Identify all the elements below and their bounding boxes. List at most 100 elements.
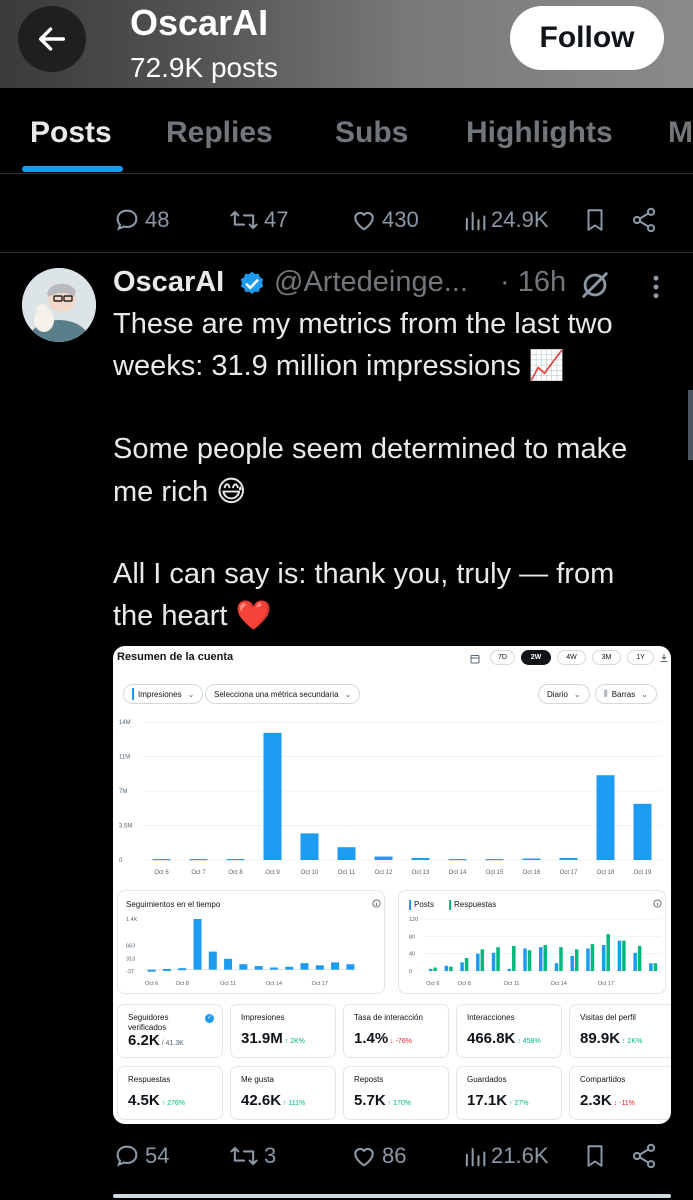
dashboard-title: Resumen de la cuenta <box>117 651 234 663</box>
metric-card[interactable]: Interacciones 466.8K ↑ 458% <box>456 1004 562 1058</box>
chart-style-dropdown[interactable]: ⫼ Barras ⌄ <box>595 684 657 704</box>
metric-card[interactable]: Impresiones 31.9M ↑ 2K% <box>230 1004 336 1058</box>
chart-bar <box>428 968 433 971</box>
chart-bar <box>559 947 563 971</box>
repost-icon <box>230 210 258 230</box>
x-tick-label: Oct 13 <box>412 870 430 876</box>
secondary-metric-dropdown[interactable]: Selecciona una métrica secundaria ⌄ <box>205 684 361 704</box>
metric-card[interactable]: Seguidores verificados ✓ 6.2K / 41.3K <box>117 1004 223 1058</box>
metric-card-label: Interacciones <box>467 1013 515 1022</box>
bookmark-button[interactable] <box>582 195 608 245</box>
grok-icon[interactable] <box>578 268 612 302</box>
metric-card[interactable]: Visitas del perfil 89.9K ↑ 2K% <box>569 1004 671 1058</box>
chart-bar <box>189 859 208 861</box>
range-2w[interactable]: 2W <box>521 650 551 665</box>
chart-bar <box>543 945 547 971</box>
metric-card[interactable]: Me gusta 42.6K ↑ 111% <box>230 1066 336 1120</box>
chart-bar <box>162 968 171 971</box>
impressions-chart: 14M 11M 7M 3.5M 0 Oct 6 Oct 7 Oct 8 Oct 9 Oct 10 O… <box>119 720 661 876</box>
metric-card-value: 5.7K ↑ 170% <box>354 1092 411 1109</box>
chart-bar <box>637 945 642 971</box>
analytics-screenshot[interactable]: Resumen de la cuenta 7D 2W 4W 3M 1Y Impr… <box>113 646 671 1124</box>
repost-button[interactable]: 47 <box>228 195 288 245</box>
repost-button[interactable]: 3 <box>228 1131 276 1181</box>
metric-card[interactable]: Respuestas 4.5K ↑ 276% <box>117 1066 223 1120</box>
x-tick-label: Oct 15 <box>486 870 504 876</box>
bookmark-button[interactable] <box>582 1131 608 1181</box>
avatar[interactable] <box>22 268 96 342</box>
chart-bar <box>633 803 652 860</box>
info-icon[interactable] <box>372 899 381 908</box>
chart-bar <box>522 858 541 860</box>
metric-card-value: 42.6K ↑ 111% <box>241 1092 305 1109</box>
scrollbar[interactable] <box>688 390 693 460</box>
views-button[interactable]: 21.6K <box>463 1131 549 1181</box>
metric-card[interactable]: Compartidos 2.3K ↓ -11% <box>569 1066 671 1120</box>
metric-card-value: 1.4% ↓ -76% <box>354 1030 412 1047</box>
download-icon[interactable] <box>659 653 669 663</box>
metric-dropdown-label: Impresiones <box>138 689 182 699</box>
period-dropdown[interactable]: Diario ⌄ <box>538 684 590 704</box>
share-button[interactable] <box>630 1131 658 1181</box>
tab-posts[interactable]: Posts <box>30 116 112 150</box>
chart-bar <box>269 967 278 970</box>
tab-replies[interactable]: Replies <box>166 116 273 150</box>
repost-icon <box>230 1146 258 1166</box>
reply-count: 54 <box>145 1143 170 1168</box>
post-actions: 54 3 86 21.6K <box>0 1131 693 1181</box>
y-tick-label: 11M <box>119 755 130 761</box>
metric-value: 1.4% <box>354 1030 389 1047</box>
metric-value: 466.8K <box>467 1030 516 1047</box>
chart-bar <box>601 945 606 971</box>
metric-card[interactable]: Tasa de interacción 1.4% ↓ -76% <box>343 1004 449 1058</box>
reply-button[interactable]: 48 <box>113 195 169 245</box>
metric-card[interactable]: Guardados 17.1K ↑ 27% <box>456 1066 562 1120</box>
x-tick-label: Oct 6 <box>154 870 169 876</box>
back-button[interactable] <box>18 6 86 72</box>
author-name[interactable]: OscarAI <box>113 266 224 299</box>
chevron-down-icon: ⌄ <box>344 689 352 699</box>
metric-dropdown[interactable]: Impresiones ⌄ <box>123 684 204 704</box>
info-icon[interactable] <box>653 899 662 908</box>
reply-button[interactable]: 54 <box>113 1131 169 1181</box>
share-icon <box>632 1143 656 1169</box>
follows-chart: 1.4K 663 313 -37 Oct 6 Oct 8 Oct 11 Oct 14 Oct 1… <box>126 917 358 987</box>
bookmark-icon <box>587 1145 603 1167</box>
metric-delta: ↑ 458% <box>515 1038 541 1045</box>
x-tick-label: Oct 6 <box>426 981 439 987</box>
chart-bar <box>152 859 171 861</box>
share-button[interactable] <box>630 195 658 245</box>
more-options-icon[interactable] <box>646 272 666 302</box>
like-button[interactable]: 86 <box>350 1131 406 1181</box>
header-profile-name: OscarAI <box>130 2 269 43</box>
follow-button[interactable]: Follow <box>510 6 664 70</box>
metric-card-value: 89.9K ↑ 2K% <box>580 1030 642 1047</box>
chart-bar <box>596 775 615 860</box>
tab-highlights[interactable]: Highlights <box>466 116 613 150</box>
x-tick-label: Oct 6 <box>145 981 158 987</box>
like-button[interactable]: 430 <box>350 195 419 245</box>
chart-bar <box>224 958 233 970</box>
bar-chart-icon: ⫼ <box>604 689 608 698</box>
range-1y[interactable]: 1Y <box>627 650 654 665</box>
post-timestamp[interactable]: · 16h <box>500 266 566 299</box>
follows-panel-title: Seguimientos en el tiempo <box>126 900 221 909</box>
metric-card-label: Tasa de interacción <box>354 1013 423 1022</box>
tab-media[interactable]: M <box>668 116 693 150</box>
reply-count: 48 <box>145 207 170 232</box>
metric-value: 17.1K <box>467 1092 508 1109</box>
x-tick-label: Oct 17 <box>560 870 578 876</box>
author-handle[interactable]: @Artedeinge... <box>274 266 468 299</box>
tab-subs[interactable]: Subs <box>335 116 408 150</box>
range-7d[interactable]: 7D <box>490 650 515 665</box>
chart-bar <box>496 947 500 971</box>
views-button[interactable]: 24.9K <box>463 195 549 245</box>
range-4w[interactable]: 4W <box>557 650 586 665</box>
arrow-left-icon <box>38 27 66 51</box>
metric-card[interactable]: Reposts 5.7K ↑ 170% <box>343 1066 449 1120</box>
range-3m[interactable]: 3M <box>592 650 621 665</box>
x-tick-label: Oct 12 <box>375 870 393 876</box>
metric-delta: ↑ 2K% <box>620 1038 643 1045</box>
chart-bar <box>512 945 516 971</box>
metric-card-value: 4.5K ↑ 276% <box>128 1092 185 1109</box>
